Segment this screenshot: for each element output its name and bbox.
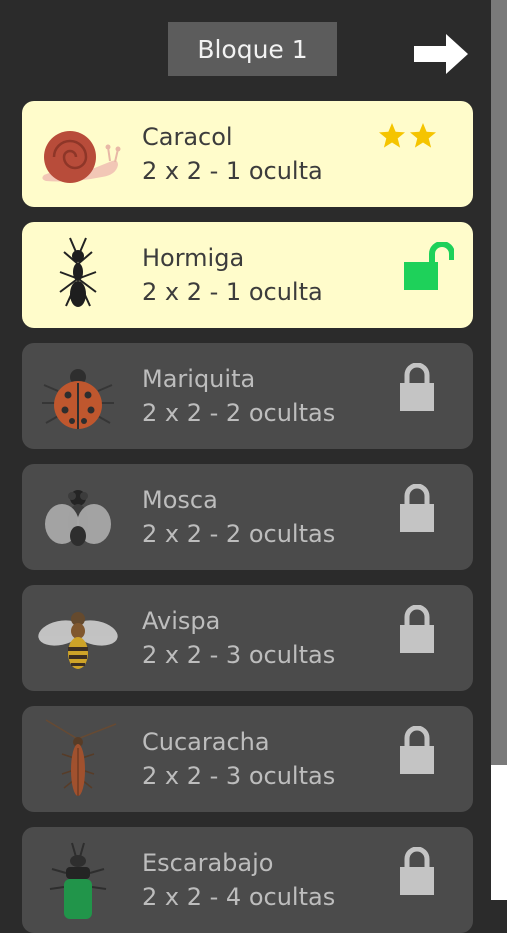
level-subtitle: 2 x 2 - 1 oculta	[142, 278, 323, 306]
star-icon	[379, 123, 405, 148]
padlock-icon	[400, 847, 434, 895]
level-name: Mariquita	[142, 365, 256, 393]
stars-rating	[379, 123, 436, 148]
level-subtitle: 2 x 2 - 2 ocultas	[142, 520, 336, 548]
arrow-right-icon[interactable]	[412, 33, 470, 75]
level-name: Mosca	[142, 486, 218, 514]
level-card-avispa[interactable]: Avispa 2 x 2 - 3 ocultas	[22, 585, 473, 691]
level-subtitle: 2 x 2 - 3 ocultas	[142, 762, 336, 790]
level-select-screen: Bloque 1 Caracol 2 x 2 - 1 oculta Hormig…	[0, 0, 490, 933]
level-card-cucaracha[interactable]: Cucaracha 2 x 2 - 3 ocultas	[22, 706, 473, 812]
level-name: Hormiga	[142, 244, 245, 272]
level-card-escarabajo[interactable]: Escarabajo 2 x 2 - 4 ocultas	[22, 827, 473, 933]
padlock-icon	[400, 363, 434, 411]
level-subtitle: 2 x 2 - 3 ocultas	[142, 641, 336, 669]
cockroach-icon	[45, 719, 117, 796]
fly-icon	[45, 490, 111, 546]
level-card-mariquita[interactable]: Mariquita 2 x 2 - 2 ocultas	[22, 343, 473, 449]
unlocked-padlock-icon	[404, 242, 454, 290]
padlock-icon	[400, 484, 434, 532]
block-title[interactable]: Bloque 1	[168, 22, 337, 76]
level-name: Cucaracha	[142, 728, 270, 756]
beetle-icon	[49, 842, 107, 919]
padlock-icon	[400, 605, 434, 653]
padlock-icon	[400, 726, 434, 774]
level-subtitle: 2 x 2 - 4 ocultas	[142, 883, 336, 911]
level-card-mosca[interactable]: Mosca 2 x 2 - 2 ocultas	[22, 464, 473, 570]
level-subtitle: 2 x 2 - 2 ocultas	[142, 399, 336, 427]
wasp-icon	[38, 612, 118, 669]
star-icon	[410, 123, 436, 148]
level-name: Caracol	[142, 123, 233, 151]
level-name: Escarabajo	[142, 849, 274, 877]
snail-icon	[42, 131, 121, 183]
level-card-caracol[interactable]: Caracol 2 x 2 - 1 oculta	[22, 101, 473, 207]
level-subtitle: 2 x 2 - 1 oculta	[142, 157, 323, 185]
ant-icon	[59, 237, 97, 307]
scrollbar-thumb[interactable]	[491, 765, 507, 900]
level-name: Avispa	[142, 607, 221, 635]
level-card-hormiga[interactable]: Hormiga 2 x 2 - 1 oculta	[22, 222, 473, 328]
ladybug-icon	[42, 369, 114, 429]
